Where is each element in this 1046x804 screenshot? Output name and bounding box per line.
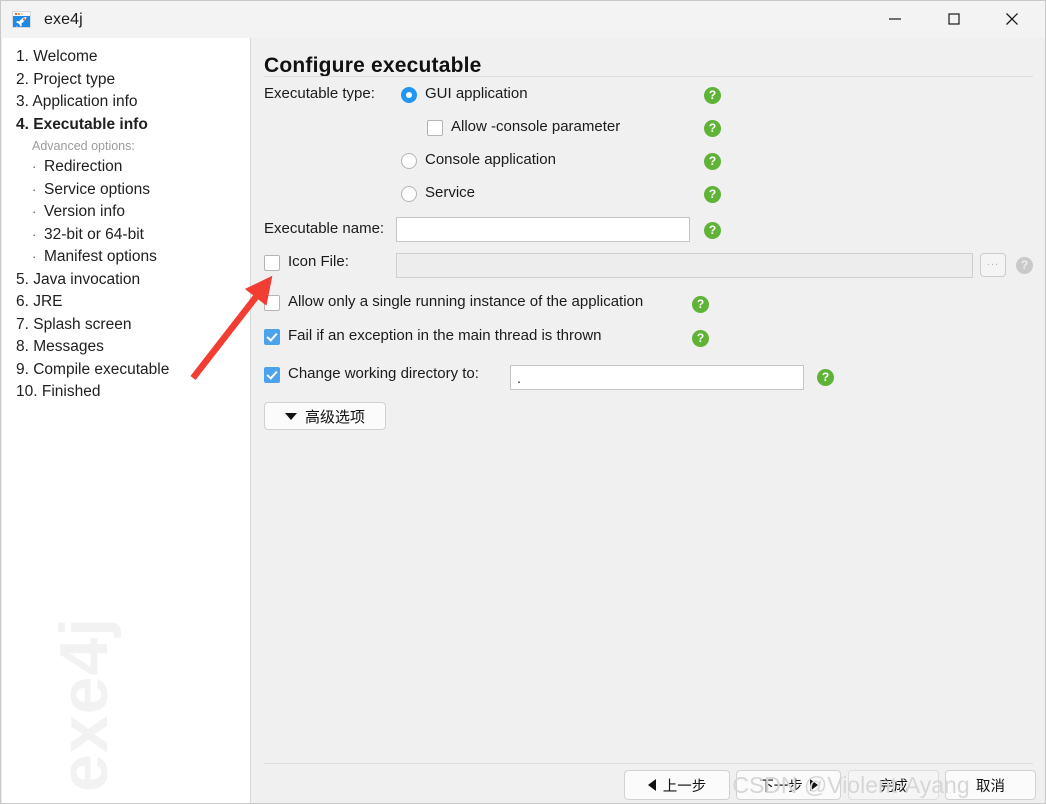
close-button[interactable] <box>989 1 1035 37</box>
help-icon-icon-file[interactable]: ? <box>1016 257 1033 274</box>
wizard-step-sidebar: 1. Welcome 2. Project type 3. Applicatio… <box>2 38 251 804</box>
finish-button-label: 完成 <box>879 775 908 796</box>
icon-file-input[interactable] <box>396 253 973 278</box>
executable-type-row: Executable type: GUI application ? <box>251 83 1046 108</box>
bullet-icon: · <box>32 179 44 202</box>
sidebar-item-label: Manifest options <box>44 248 157 265</box>
radio-service-label: Service <box>425 184 475 201</box>
bullet-icon: · <box>32 224 44 247</box>
sidebar-item-redirection[interactable]: ·Redirection <box>2 156 250 179</box>
back-button-label: 上一步 <box>663 775 707 796</box>
window-title: exe4j <box>44 11 83 29</box>
advanced-options-button[interactable]: 高级选项 <box>264 402 386 430</box>
sidebar-watermark-text: exe4j <box>45 617 123 792</box>
cancel-button[interactable]: 取消 <box>945 770 1036 800</box>
help-icon-fail-on-exception[interactable]: ? <box>692 330 709 347</box>
help-icon-change-working-directory[interactable]: ? <box>817 369 834 386</box>
maximize-button[interactable] <box>931 1 977 37</box>
minimize-button[interactable] <box>872 1 918 37</box>
title-divider <box>264 76 1033 77</box>
sidebar-item-project-type[interactable]: 2. Project type <box>2 69 250 92</box>
back-button[interactable]: 上一步 <box>624 770 730 800</box>
sidebar-item-label: Version info <box>44 203 125 220</box>
sidebar-watermark: exe4j <box>2 648 249 798</box>
sidebar-item-bitness[interactable]: ·32-bit or 64-bit <box>2 224 250 247</box>
icon-file-label: Icon File: <box>288 253 349 270</box>
sidebar-item-executable-info[interactable]: 4. Executable info <box>2 114 250 137</box>
fail-on-exception-label: Fail if an exception in the main thread … <box>288 327 602 344</box>
radio-console-application[interactable] <box>401 153 417 169</box>
help-icon-service[interactable]: ? <box>704 186 721 203</box>
change-working-directory-label: Change working directory to: <box>288 365 479 382</box>
radio-gui-application-label: GUI application <box>425 85 528 102</box>
executable-name-input[interactable] <box>396 217 690 242</box>
checkbox-icon-file[interactable] <box>264 255 280 271</box>
help-icon-allow-console[interactable]: ? <box>704 120 721 137</box>
arrow-right-icon <box>810 779 818 791</box>
sidebar-item-manifest-options[interactable]: ·Manifest options <box>2 246 250 269</box>
icon-file-browse-button[interactable]: ... <box>980 253 1006 277</box>
sidebar-item-welcome[interactable]: 1. Welcome <box>2 46 250 69</box>
checkbox-change-working-directory[interactable] <box>264 367 280 383</box>
rocket-icon <box>12 11 31 28</box>
arrow-left-icon <box>648 779 656 791</box>
next-button-label: 下一步 <box>759 775 803 796</box>
sidebar-item-label: Redirection <box>44 158 122 175</box>
sidebar-item-label: 32-bit or 64-bit <box>44 226 144 243</box>
configure-executable-form: Executable type: GUI application ? Allow… <box>251 83 1046 399</box>
radio-console-application-label: Console application <box>425 151 556 168</box>
chevron-down-icon <box>285 413 297 420</box>
executable-type-label: Executable type: <box>264 85 375 102</box>
footer-divider <box>264 763 1033 764</box>
help-icon-executable-name[interactable]: ? <box>704 222 721 239</box>
main-content-panel: Configure executable Executable type: GU… <box>251 38 1046 804</box>
sidebar-item-splash-screen[interactable]: 7. Splash screen <box>2 314 250 337</box>
console-application-row: Console application ? <box>251 149 1046 174</box>
service-row: Service ? <box>251 182 1046 207</box>
next-button[interactable]: 下一步 <box>736 770 841 800</box>
help-icon-console-application[interactable]: ? <box>704 153 721 170</box>
page-title: Configure executable <box>264 54 482 78</box>
allow-console-row: Allow -console parameter ? <box>251 116 1046 141</box>
checkbox-allow-console-parameter[interactable] <box>427 120 443 136</box>
change-working-directory-row: Change working directory to: ? <box>251 361 1046 391</box>
help-icon-executable-type[interactable]: ? <box>704 87 721 104</box>
radio-service[interactable] <box>401 186 417 202</box>
exe4j-wizard-window: exe4j 1. Welcome 2. Project type 3. Appl… <box>0 0 1046 804</box>
executable-name-row: Executable name: ? <box>251 215 1046 243</box>
sidebar-item-java-invocation[interactable]: 5. Java invocation <box>2 269 250 292</box>
single-instance-label: Allow only a single running instance of … <box>288 293 643 310</box>
sidebar-item-messages[interactable]: 8. Messages <box>2 336 250 359</box>
radio-gui-application[interactable] <box>401 87 417 103</box>
wizard-footer: 上一步 下一步 完成 取消 <box>251 766 1046 804</box>
window-titlebar: exe4j <box>1 1 1046 39</box>
fail-on-exception-row: Fail if an exception in the main thread … <box>251 325 1046 353</box>
bullet-icon: · <box>32 201 44 224</box>
executable-name-label: Executable name: <box>264 220 384 237</box>
sidebar-item-application-info[interactable]: 3. Application info <box>2 91 250 114</box>
sidebar-advanced-options-heading: Advanced options: <box>2 136 250 156</box>
advanced-options-label: 高级选项 <box>305 406 365 427</box>
sidebar-item-service-options[interactable]: ·Service options <box>2 179 250 202</box>
sidebar-item-finished[interactable]: 10. Finished <box>2 381 250 404</box>
bullet-icon: · <box>32 156 44 179</box>
cancel-button-label: 取消 <box>976 775 1005 796</box>
checkbox-fail-on-exception[interactable] <box>264 329 280 345</box>
help-icon-single-instance[interactable]: ? <box>692 296 709 313</box>
sidebar-item-version-info[interactable]: ·Version info <box>2 201 250 224</box>
icon-file-row: Icon File: ... ? <box>251 249 1046 279</box>
allow-console-parameter-label: Allow -console parameter <box>451 118 620 135</box>
finish-button[interactable]: 完成 <box>848 770 939 800</box>
bullet-icon: · <box>32 246 44 269</box>
checkbox-single-instance[interactable] <box>264 295 280 311</box>
sidebar-item-jre[interactable]: 6. JRE <box>2 291 250 314</box>
sidebar-item-compile-executable[interactable]: 9. Compile executable <box>2 359 250 382</box>
sidebar-item-label: Service options <box>44 181 150 198</box>
single-instance-row: Allow only a single running instance of … <box>251 291 1046 319</box>
working-directory-input[interactable] <box>510 365 804 390</box>
